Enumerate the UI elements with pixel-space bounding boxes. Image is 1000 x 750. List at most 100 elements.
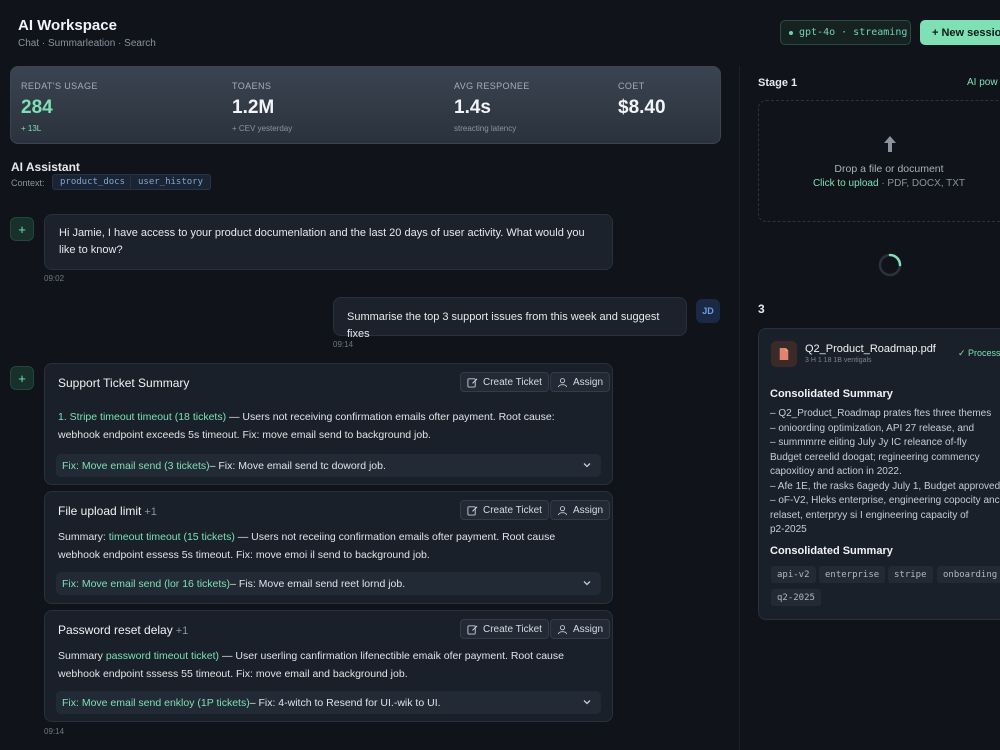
create-ticket-button[interactable]: Create Ticket [460, 372, 549, 392]
stat-value: 284 [21, 97, 53, 118]
summary-title-secondary: Consolidated Summary [770, 545, 893, 557]
stat-value: 1.2M [232, 97, 275, 118]
fix-highlight: Fix: Move email send (lor 16 tickets) [62, 577, 231, 590]
chevron-down-icon[interactable] [582, 578, 592, 588]
card-title-text: File upload limit [58, 504, 142, 518]
fix-text: – Fis: Move email send reet lornd job. [230, 577, 406, 590]
tag-chip[interactable]: api-v2 [771, 566, 816, 583]
context-chip-product-docs[interactable]: product_docs [52, 174, 134, 190]
summary-line: p2-2025 [770, 524, 807, 535]
fix-highlight: Fix: Move email send enkloy (1P tickets) [62, 696, 250, 709]
issue-highlight: 1. Stripe timeout timeout (18 tickets) [58, 411, 227, 423]
stat-avg-response: AVG RESPONEE 1.4s streacting latency [454, 81, 530, 133]
stat-label: REDAT'S USAGE [21, 81, 98, 91]
context-chip-user-history[interactable]: user_history [130, 174, 212, 190]
file-pdf-icon [771, 341, 797, 367]
card-title-text: Password reset delay [58, 623, 173, 637]
click-to-upload-link[interactable]: Click to upload [813, 178, 879, 189]
summary-line: – oF-V2, Hleks enterprise, engineering c… [770, 495, 1000, 506]
file-name[interactable]: Q2_Product_Roadmap.pdf [805, 343, 936, 355]
stage-label: Stage 1 [758, 77, 798, 89]
fix-suggestion-row[interactable]: Fix: Move email send enkloy (1P tickets)… [56, 691, 601, 714]
summary-body: – Q2_Product_Roadmap prates ftes three t… [770, 407, 1000, 538]
assign-label: Assign [573, 376, 604, 388]
stat-sub: streacting latency [454, 124, 517, 133]
summary-card: File upload limit +1 Create Ticket Assign… [44, 491, 613, 604]
fix-suggestion-row[interactable]: Fix: Move email send (lor 16 tickets) – … [56, 572, 601, 595]
fix-text: – Fix: Move email send tc doword job. [209, 459, 386, 472]
assign-button[interactable]: Assign [550, 500, 611, 520]
user-icon [557, 505, 568, 515]
card-count: +1 [175, 625, 189, 637]
tag-chip[interactable]: onboarding [937, 566, 1000, 583]
edit-icon [467, 505, 478, 516]
card-title: Support Ticket Summary [58, 376, 189, 390]
create-ticket-label: Create Ticket [483, 623, 542, 635]
tag-chip[interactable]: enterprise [819, 566, 886, 583]
card-count: +1 [144, 506, 157, 518]
tag-chip[interactable]: q2-2025 [771, 589, 821, 606]
summary-line: – onioording optimization, API 27 releas… [770, 422, 975, 434]
create-ticket-button[interactable]: Create Ticket [460, 619, 549, 639]
stat-value: 1.4s [454, 97, 491, 118]
assign-button[interactable]: Assign [550, 372, 611, 392]
stat-cost: COET $8.40 [618, 81, 666, 119]
create-ticket-button[interactable]: Create Ticket [460, 500, 549, 520]
assign-button[interactable]: Assign [550, 619, 611, 639]
card-title: File upload limit +1 [58, 504, 157, 518]
model-chip-label: gpt-4o · streaming [799, 27, 908, 38]
summary-line: relaset, enterpryy si I engineering capa… [770, 509, 969, 521]
usage-stats-card: REDAT'S USAGE 284 + 13L TOAENS 1.2M + CE… [10, 66, 721, 144]
file-dropzone[interactable] [758, 100, 1000, 222]
context-label: Context: [11, 178, 45, 188]
fix-text: – Fix: 4-witch to Resend for UI.-wik to … [249, 696, 441, 709]
create-ticket-label: Create Ticket [483, 376, 542, 388]
ai-powered-label: AI pow [967, 77, 998, 88]
stat-label: AVG RESPONEE [454, 81, 530, 91]
message-timestamp: 09:02 [44, 274, 65, 283]
user-icon [557, 377, 568, 387]
summary-line: – summmrre eiiting July Jy IC releance o… [770, 437, 967, 448]
model-status-chip[interactable]: gpt-4o · streaming [780, 20, 911, 45]
stat-usage: REDAT'S USAGE 284 + 13L [21, 81, 98, 133]
user-message-bubble: Summarise the top 3 support issues from … [333, 297, 687, 340]
app-title: AI Workspace [18, 17, 117, 34]
issue-prefix: Summary: [58, 531, 109, 543]
summary-line: capoxitioy and action in 2022. [770, 466, 902, 477]
fix-suggestion-row[interactable]: Fix: Move email send (3 tickets) – Fix: … [56, 454, 601, 477]
stat-label: COET [618, 81, 645, 91]
chevron-down-icon[interactable] [582, 697, 592, 707]
summary-line: Budget cereelid doogat; regineering comm… [770, 451, 980, 463]
new-session-button[interactable]: + New session [920, 20, 1000, 45]
ai-avatar-icon: + [10, 366, 34, 390]
upload-arrow-icon [884, 136, 896, 152]
assign-label: Assign [573, 504, 604, 516]
user-message-text: Summarise the top 3 support issues from … [347, 311, 660, 340]
card-body: Summary password timeout ticket) — User … [58, 647, 598, 683]
summary-card: Support Ticket Summary Create Ticket Ass… [44, 363, 613, 485]
dropzone-subtitle: Click to upload · PDF, DOCX, TXT [758, 178, 1000, 189]
card-title-text: Support Ticket Summary [58, 376, 190, 390]
stat-label: TOAENS [232, 81, 272, 91]
stat-sub: + 13L [21, 124, 42, 133]
assign-label: Assign [573, 623, 604, 635]
status-dot-icon [789, 30, 793, 35]
summary-card: Password reset delay +1 Create Ticket Ass… [44, 610, 613, 722]
edit-icon [467, 624, 478, 635]
card-title: Password reset delay +1 [58, 623, 188, 637]
user-avatar: JD [696, 299, 720, 323]
message-timestamp: 09:14 [333, 340, 354, 349]
message-timestamp: 09:14 [44, 727, 65, 736]
summary-line: – Q2_Product_Roadmap prates ftes three t… [770, 408, 992, 419]
dropzone-title: Drop a file or document [834, 163, 944, 175]
user-icon [557, 624, 568, 634]
accepted-types: · PDF, DOCX, TXT [878, 178, 966, 189]
spinner-icon [878, 253, 902, 277]
create-ticket-label: Create Ticket [483, 504, 542, 516]
tag-chip[interactable]: stripe [888, 566, 933, 583]
ai-message-bubble: Hi Jamie, I have access to your product … [44, 214, 613, 270]
step-number: 3 [758, 302, 765, 316]
card-body: Summary: timeout timeout (15 tickets) — … [58, 528, 598, 564]
issue-prefix: Summary [58, 650, 106, 662]
chevron-down-icon[interactable] [582, 460, 592, 470]
